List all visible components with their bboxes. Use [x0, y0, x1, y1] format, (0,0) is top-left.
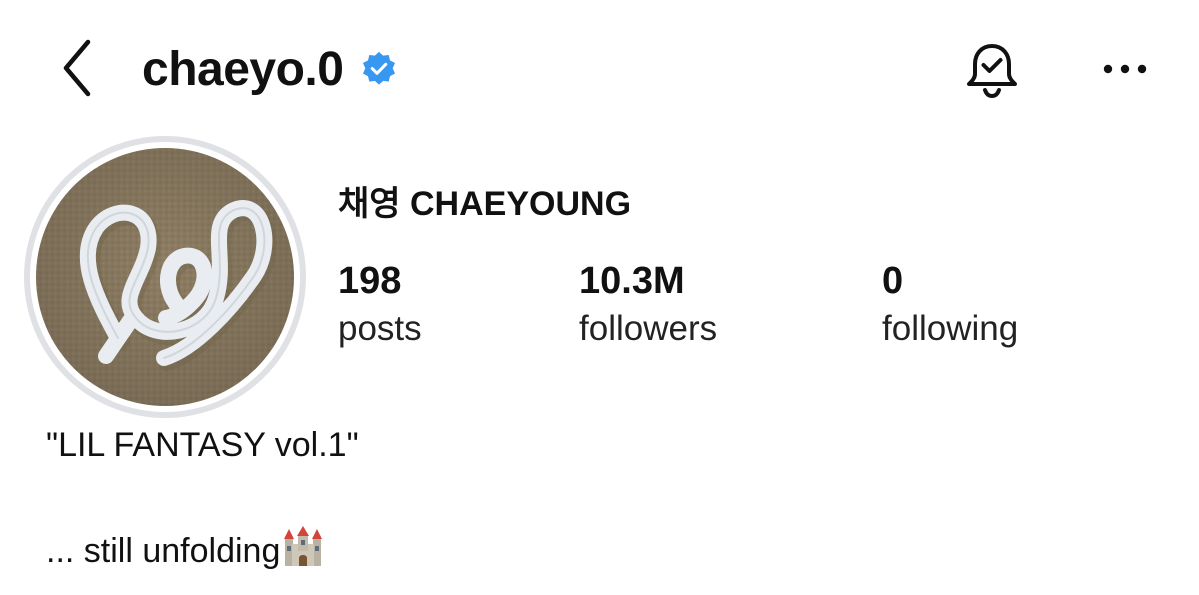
profile-avatar-button[interactable]	[24, 136, 306, 418]
chevron-left-icon	[63, 39, 91, 97]
posts-count: 198	[338, 260, 402, 302]
bio-line-1: "LIL FANTASY vol.1"	[46, 426, 359, 464]
following-count: 0	[882, 260, 904, 302]
bio-line-2-text: ... still unfolding	[46, 532, 281, 570]
posts-stat[interactable]: 198 posts	[338, 258, 422, 352]
more-options-button[interactable]	[1090, 44, 1160, 94]
following-label: following	[882, 309, 1019, 348]
profile-avatar	[36, 148, 294, 406]
display-name: 채영 CHAEYOUNG	[338, 185, 632, 223]
username-group: chaeyo.0	[142, 34, 397, 104]
username: chaeyo.0	[142, 42, 344, 96]
following-stat[interactable]: 0 following	[882, 258, 1018, 352]
more-horizontal-icon	[1103, 64, 1147, 74]
verified-badge-icon	[361, 51, 397, 87]
notifications-button[interactable]	[960, 38, 1024, 102]
back-button[interactable]	[48, 32, 104, 104]
posts-label: posts	[338, 309, 422, 348]
followers-label: followers	[579, 309, 718, 348]
bio-line-2: ... still unfolding	[46, 526, 324, 577]
followers-stat[interactable]: 10.3M followers	[579, 258, 717, 352]
profile-header: chaeyo.0	[0, 0, 1199, 140]
avatar-frame	[30, 142, 300, 412]
castle-icon	[282, 526, 324, 577]
followers-count: 10.3M	[579, 260, 685, 302]
bell-check-icon	[967, 44, 1017, 99]
